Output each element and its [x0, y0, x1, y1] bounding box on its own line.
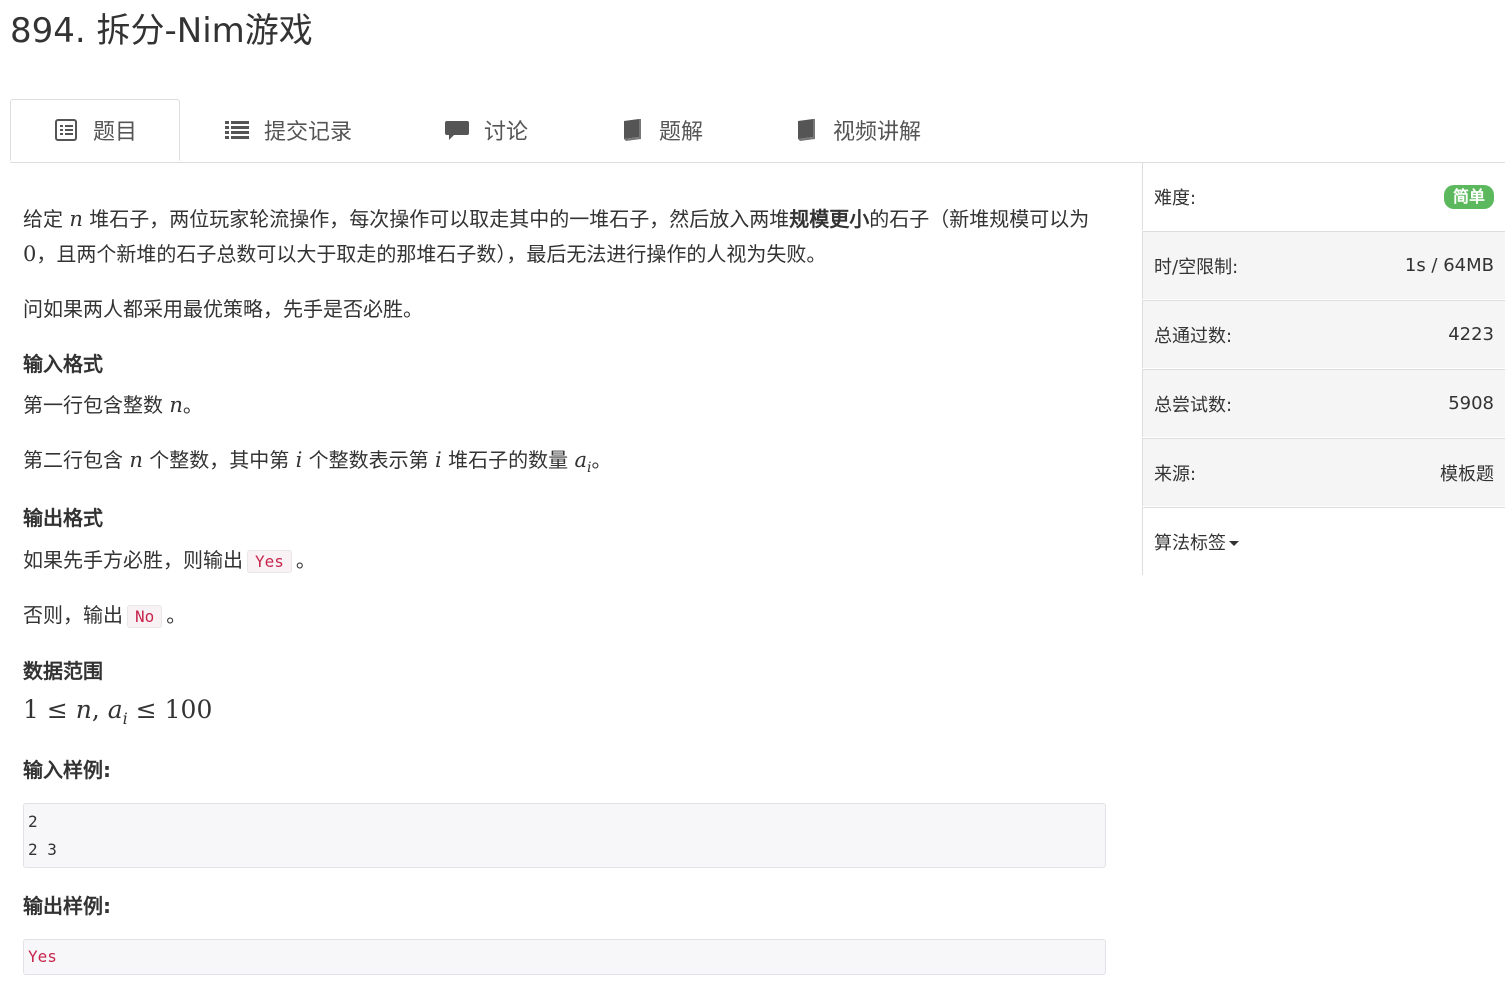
math-op: ,	[91, 695, 108, 724]
tab-label: 视频讲解	[833, 120, 922, 145]
output-format-line: 否则，输出 No。	[23, 598, 186, 634]
tab-problem[interactable]: 题目	[10, 99, 180, 161]
output-format-line: 如果先手方必胜，则输出 Yes。	[23, 543, 316, 579]
limit-row: 时/空限制: 1s / 64MB	[1142, 231, 1505, 299]
info-value: 模板题	[1440, 463, 1494, 485]
tab-label: 题目	[93, 120, 138, 145]
tab-label: 题解	[659, 120, 704, 145]
code-line: 2	[28, 812, 38, 831]
accepted-row: 总通过数: 4223	[1142, 300, 1505, 368]
math-num: 1	[23, 695, 39, 724]
inline-code: No	[127, 605, 163, 628]
math-var: a	[107, 695, 123, 724]
algorithm-tags-row[interactable]: 算法标签	[1142, 507, 1505, 575]
input-format-line: 第二行包含 n 个整数，其中第 i 个整数表示第 i 堆石子的数量 ai。	[23, 443, 612, 486]
statement-question: 问如果两人都采用最优策略，先手是否必胜。	[23, 297, 423, 321]
info-label: 算法标签	[1154, 532, 1226, 554]
algorithm-tags-toggle[interactable]: 算法标签	[1154, 529, 1239, 555]
text: 第一行包含整数	[23, 393, 170, 417]
math-num: 0	[23, 242, 37, 266]
inline-code: Yes	[247, 550, 292, 573]
list-icon	[224, 117, 250, 143]
math-var: n	[169, 393, 183, 417]
sample-output-block[interactable]: Yes	[23, 939, 1106, 975]
info-label: 难度:	[1154, 187, 1197, 209]
comment-icon	[444, 117, 470, 143]
data-range-heading: 数据范围	[23, 659, 103, 683]
tab-label: 讨论	[484, 120, 529, 145]
info-label: 来源:	[1154, 463, 1197, 485]
info-value: 4223	[1448, 324, 1494, 345]
text: 否则，输出	[23, 603, 123, 627]
info-value: 1s / 64MB	[1404, 255, 1494, 276]
tab-video[interactable]: 视频讲解	[793, 99, 921, 161]
text: 。	[166, 603, 187, 627]
page-title: 894. 拆分-Nim游戏	[10, 11, 313, 51]
text: 。	[591, 448, 612, 472]
math-var: n	[129, 448, 143, 472]
info-label: 总通过数:	[1154, 325, 1233, 347]
statement-paragraph: 给定 n 堆石子，两位玩家轮流操作，每次操作可以取走其中的一堆石子，然后放入两堆…	[23, 202, 1108, 272]
code-line: Yes	[28, 947, 57, 966]
data-range-formula: 1 ≤ n, ai ≤ 100	[23, 692, 212, 736]
sample-input-heading: 输入样例:	[23, 758, 111, 782]
code-line: 2 3	[28, 840, 57, 859]
list-alt-icon	[53, 117, 79, 143]
math-op: ≤	[127, 695, 165, 724]
text: 如果先手方必胜，则输出	[23, 548, 243, 572]
sample-output-heading: 输出样例:	[23, 894, 111, 918]
output-format-heading: 输出格式	[23, 506, 103, 530]
text: 。	[295, 548, 316, 572]
sample-input-block[interactable]: 2 2 3	[23, 803, 1106, 868]
math-var: i	[435, 448, 442, 472]
text: 给定	[23, 207, 70, 231]
info-value: 5908	[1448, 393, 1494, 414]
difficulty-row: 难度: 简单	[1142, 162, 1505, 230]
book-icon	[793, 117, 819, 143]
math-op: ≤	[38, 695, 76, 724]
tab-submissions[interactable]: 提交记录	[224, 99, 352, 161]
text: 个整数，其中第	[142, 448, 296, 472]
problem-tabs: 题目 提交记录 讨论 题解 视频讲解	[10, 99, 1505, 163]
tab-label: 提交记录	[264, 120, 353, 145]
info-label: 时/空限制:	[1154, 256, 1239, 278]
text: ，且两个新堆的石子总数可以大于取走的那堆石子数），最后无法进行操作的人视为失败。	[36, 242, 827, 266]
text: 堆石子，两位玩家轮流操作，每次操作可以取走其中的一堆石子，然后放入两堆	[82, 207, 790, 231]
source-row: 来源: 模板题	[1142, 438, 1505, 506]
tab-discussion[interactable]: 讨论	[444, 99, 528, 161]
text: 个整数表示第	[302, 448, 436, 472]
input-format-line: 第一行包含整数 n。	[23, 388, 203, 423]
math-num: 100	[164, 695, 213, 724]
info-label: 总尝试数:	[1154, 394, 1233, 416]
input-format-heading: 输入格式	[23, 352, 103, 376]
text: 第二行包含	[23, 448, 130, 472]
math-var: n	[69, 207, 83, 231]
text: 。	[182, 393, 203, 417]
tab-solutions[interactable]: 题解	[619, 99, 703, 161]
caret-down-icon	[1229, 541, 1239, 546]
math-var: n	[75, 695, 92, 724]
text: 的石子（新堆规模可以为	[869, 207, 1090, 231]
attempts-row: 总尝试数: 5908	[1142, 369, 1505, 437]
bold-text: 规模更小	[789, 207, 870, 231]
text: 堆石子的数量	[441, 448, 575, 472]
difficulty-badge: 简单	[1443, 184, 1494, 209]
book-icon	[619, 117, 645, 143]
math-var: a	[574, 448, 588, 472]
